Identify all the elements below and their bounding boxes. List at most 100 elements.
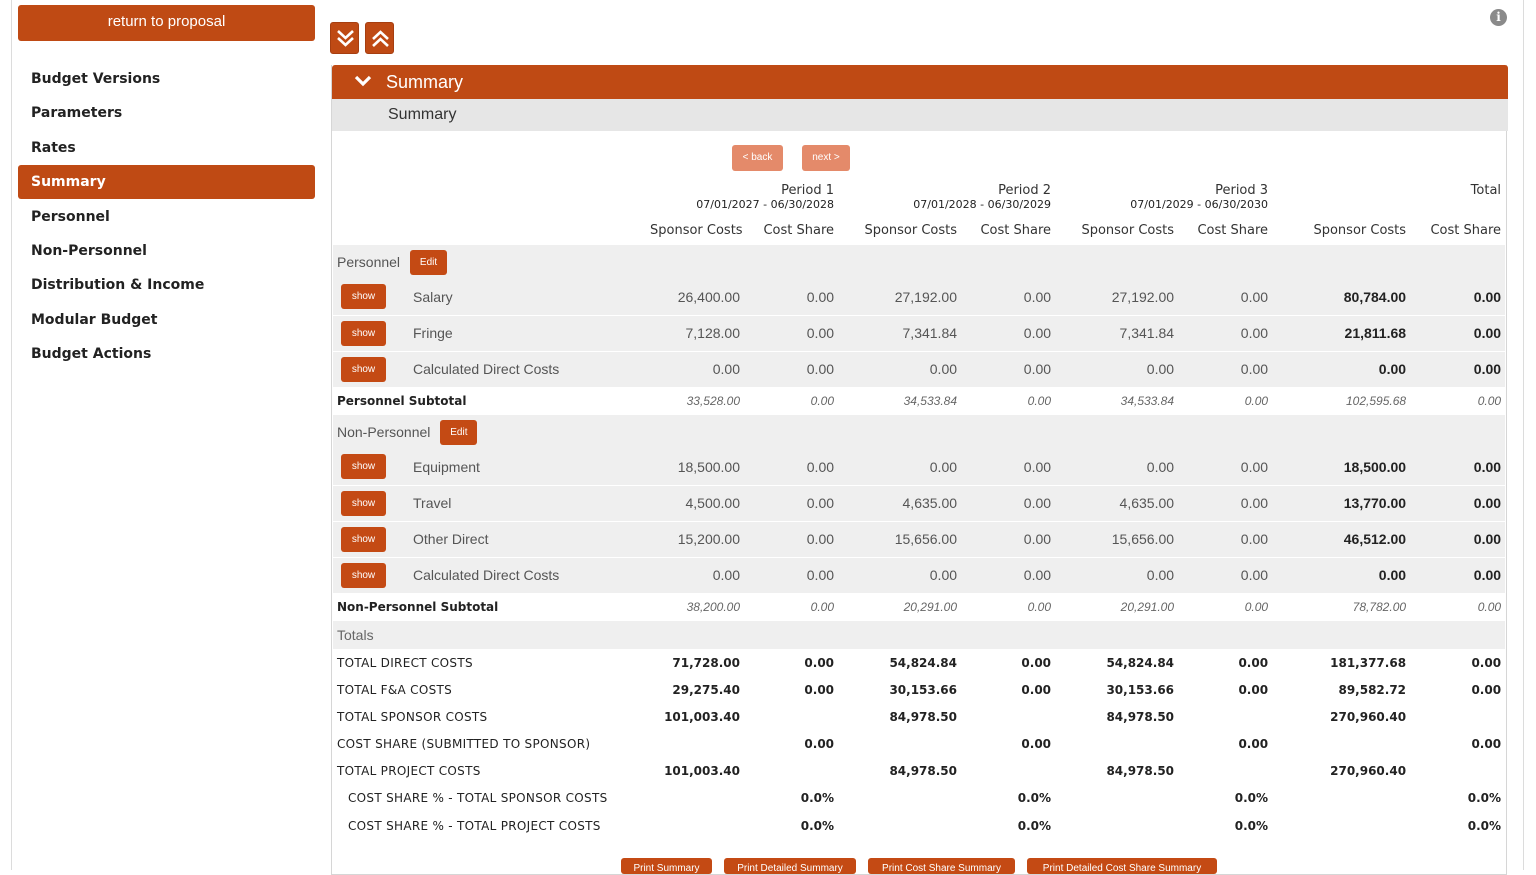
section-label: Personnel <box>337 254 401 270</box>
period-3-dates: 07/01/2029 - 06/30/2030 <box>1130 198 1269 211</box>
table-row: show Other Direct 15,200.00 0.00 15,656.00 0.… <box>333 521 1506 558</box>
sidebar-item-non-personnel[interactable]: Non-Personnel <box>18 234 315 268</box>
cell-value: 0.0% <box>1178 784 1273 812</box>
cell-value: 101,003.40 <box>646 703 744 730</box>
cell-value: 0.00 <box>1272 351 1411 388</box>
cell-value: 0.00 <box>744 351 839 388</box>
cell-value: 15,200.00 <box>646 521 744 558</box>
period-1-header: Period 1 <box>781 183 835 198</box>
cell-value: 0.00 <box>961 730 1056 757</box>
cell-value <box>1055 730 1179 757</box>
sidebar-nav: Budget Versions Parameters Rates Summary… <box>18 62 315 372</box>
cell-value <box>961 703 1056 730</box>
totals-row: TOTAL PROJECT COSTS 101,003.40 84,978.50 84… <box>333 757 1506 784</box>
cell-value <box>1272 730 1411 757</box>
show-details-button[interactable]: show <box>341 284 386 310</box>
back-button[interactable]: < back <box>732 145 783 171</box>
cell-value: 0.00 <box>1055 557 1179 594</box>
cell-value: 80,784.00 <box>1272 279 1411 316</box>
sidebar-item-summary[interactable]: Summary <box>18 165 315 200</box>
subtotal-value: 78,782.00 <box>1272 593 1411 621</box>
sidebar-item-rates[interactable]: Rates <box>18 131 315 165</box>
cell-value: 0.00 <box>961 449 1056 486</box>
cell-value: 15,656.00 <box>1055 521 1179 558</box>
cell-value: 0.00 <box>1410 315 1506 352</box>
edit-personnel-button[interactable]: Edit <box>410 249 448 275</box>
info-icon[interactable]: i <box>1490 9 1507 26</box>
column-header-sponsor-costs: Sponsor Costs <box>650 222 743 238</box>
cell-value: 0.00 <box>838 557 962 594</box>
cell-value: 0.00 <box>1410 279 1506 316</box>
subtotal-value: 20,291.00 <box>838 593 962 621</box>
cell-value: 0.00 <box>1410 557 1506 594</box>
period-2-dates: 07/01/2028 - 06/30/2029 <box>913 198 1052 211</box>
cell-value: 0.00 <box>961 557 1056 594</box>
sidebar-item-budget-actions[interactable]: Budget Actions <box>18 337 315 371</box>
subtotal-value: 33,528.00 <box>646 387 744 415</box>
cell-value: 0.00 <box>744 315 839 352</box>
cell-value: 0.0% <box>961 784 1056 812</box>
cell-value: 0.00 <box>838 351 962 388</box>
return-to-proposal-button[interactable]: return to proposal <box>18 5 315 41</box>
print-button[interactable]: Print Detailed Cost Share Summary <box>1027 858 1217 874</box>
totals-row: COST SHARE % - TOTAL PROJECT COSTS 0.0% 0.… <box>333 812 1506 840</box>
show-details-button[interactable]: show <box>341 454 386 480</box>
print-button[interactable]: Print Summary <box>621 858 712 874</box>
double-chevron-down-icon <box>337 30 354 47</box>
expand-all-button[interactable] <box>330 22 359 54</box>
section-label: Non-Personnel <box>337 424 431 440</box>
cell-value: 18,500.00 <box>646 449 744 486</box>
sidebar-item-personnel[interactable]: Personnel <box>18 200 315 234</box>
row-label: Other Direct <box>413 531 489 547</box>
next-button[interactable]: next > <box>802 145 850 171</box>
show-details-button[interactable]: show <box>341 526 386 552</box>
section-header-totals: Totals <box>333 621 1506 649</box>
cell-value: 89,582.72 <box>1272 676 1411 703</box>
cell-value <box>1178 757 1273 784</box>
sidebar-item-distribution-income[interactable]: Distribution & Income <box>18 268 315 302</box>
subtotal-value: 0.00 <box>961 387 1056 415</box>
cell-value <box>646 812 744 840</box>
cell-value <box>1272 784 1411 812</box>
subtotal-value: 38,200.00 <box>646 593 744 621</box>
section-header-personnel: Personnel Edit <box>333 245 1506 279</box>
period-2-header: Period 2 <box>998 183 1052 198</box>
show-details-button[interactable]: show <box>341 356 386 382</box>
sidebar-item-budget-versions[interactable]: Budget Versions <box>18 62 315 96</box>
show-details-button[interactable]: show <box>341 320 386 346</box>
cell-value: 7,128.00 <box>646 315 744 352</box>
row-label: Salary <box>413 288 453 305</box>
cell-value: 270,960.40 <box>1272 703 1411 730</box>
cell-value: 0.00 <box>1178 315 1273 352</box>
sidebar-item-parameters[interactable]: Parameters <box>18 96 315 130</box>
non-personnel-rows: show Equipment 18,500.00 0.00 0.00 0.00 0.00 0.… <box>333 449 1506 594</box>
panel-title: Summary <box>386 72 464 92</box>
edit-non-personnel-button[interactable]: Edit <box>440 419 478 445</box>
panel-header[interactable]: Summary <box>332 65 1508 99</box>
print-button[interactable]: Print Detailed Summary <box>724 858 856 874</box>
totals-label: COST SHARE % - TOTAL SPONSOR COSTS <box>333 784 646 812</box>
cell-value: 0.00 <box>744 557 839 594</box>
collapse-all-button[interactable] <box>365 22 394 54</box>
sidebar-item-modular-budget[interactable]: Modular Budget <box>18 303 315 337</box>
cell-value: 0.00 <box>1410 730 1506 757</box>
cell-value: 7,341.84 <box>1055 315 1179 352</box>
subtotal-value: 0.00 <box>744 387 839 415</box>
print-button[interactable]: Print Cost Share Summary <box>868 858 1015 874</box>
subtotal-value: 0.00 <box>961 593 1056 621</box>
column-header-cost-share: Cost Share <box>1197 222 1269 238</box>
show-details-button[interactable]: show <box>341 562 386 588</box>
period-1-dates: 07/01/2027 - 06/30/2028 <box>696 198 835 211</box>
cell-value: 30,153.66 <box>1055 676 1179 703</box>
left-frame-border <box>11 0 12 870</box>
table-row: show Calculated Direct Costs 0.00 0.00 0.00 0… <box>333 557 1506 594</box>
cell-value: 0.00 <box>744 279 839 316</box>
cell-value <box>838 730 962 757</box>
cell-value: 0.00 <box>961 676 1056 703</box>
cell-value: 0.00 <box>1178 449 1273 486</box>
show-details-button[interactable]: show <box>341 490 386 516</box>
cell-value: 0.00 <box>646 351 744 388</box>
totals-rows: TOTAL DIRECT COSTS 71,728.00 0.00 54,824.84… <box>333 649 1506 840</box>
totals-row: COST SHARE (SUBMITTED TO SPONSOR) 0.00 0.0… <box>333 730 1506 757</box>
subtotal-value: 0.00 <box>1410 593 1506 621</box>
